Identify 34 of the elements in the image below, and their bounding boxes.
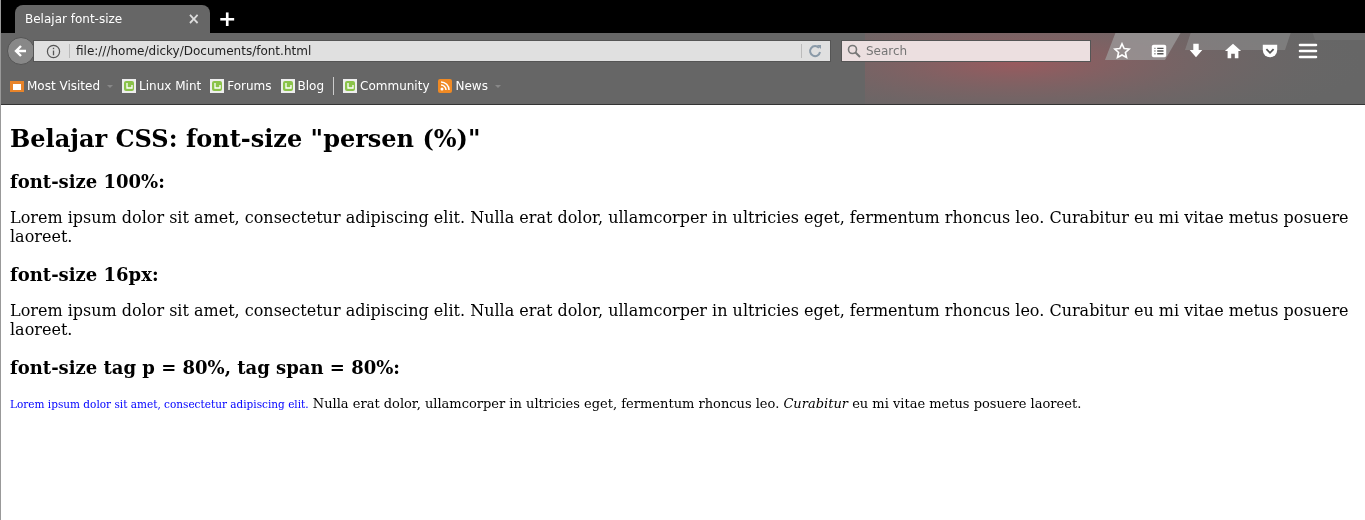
back-button[interactable] [7,37,35,65]
star-icon[interactable] [1113,42,1131,60]
bookmark-link[interactable]: Blog [280,79,325,93]
close-icon[interactable]: × [187,10,200,28]
address-field[interactable]: file:///home/dicky/Documents/font.html [33,40,831,62]
menu-icon[interactable] [1298,42,1318,60]
folder-icon [10,79,24,93]
section-heading: font-size 16px: [10,264,160,285]
browser-tab[interactable]: Belajar font-size × [15,5,210,33]
info-icon[interactable] [46,43,61,59]
pocket-icon[interactable] [1261,42,1279,60]
small-text: Lorem ipsum dolor sit amet, consectetur adipiscing elit. [10,398,309,410]
bookmark-link[interactable]: News [438,79,501,93]
mint-logo-icon [280,79,295,93]
paragraph: Lorem ipsum dolor sit amet, consectetur adipiscing elit. Nulla erat dolor, ullamcorper in ultricies eget, fermentum rhoncus leo. Curabitur eu mi vitae metus posuere laoreet. [10,301,1350,339]
back-arrow-icon [14,44,28,58]
section-heading: font-size tag p = 80%, tag span = 80%: [10,357,401,378]
mint-logo-icon [343,79,358,93]
home-icon[interactable] [1224,42,1242,60]
mint-logo-icon [122,79,137,93]
search-field[interactable]: Search [841,40,1091,62]
page-heading: Belajar CSS: font-size "persen (%)" [10,124,482,153]
bookmark-link[interactable]: Community [343,79,430,93]
paragraph: Lorem ipsum dolor sit amet, consectetur adipiscing elit. Nulla erat dolor, ullamcorper in ultricies eget, fermentum rhoncus leo. Curabitur eu mi vitae metus posuere laoreet. [10,208,1350,246]
new-tab-button[interactable]: + [218,5,237,33]
bookmark-folder[interactable]: Most Visited [10,79,114,93]
tab-title: Belajar font-size [25,12,123,26]
paragraph: Nulla erat dolor, ullamcorper in ultricies eget, fermentum rhoncus leo. Curabitur eu mi vitae metus posuere laoreet. [312,396,1082,411]
section-heading: font-size 100%: [10,171,166,192]
bookmark-link[interactable]: Forums [210,79,272,93]
rss-feed-icon [438,79,453,93]
download-icon[interactable] [1187,42,1205,60]
mint-logo-icon [210,79,225,93]
bookmark-link[interactable]: Linux Mint [122,79,202,93]
